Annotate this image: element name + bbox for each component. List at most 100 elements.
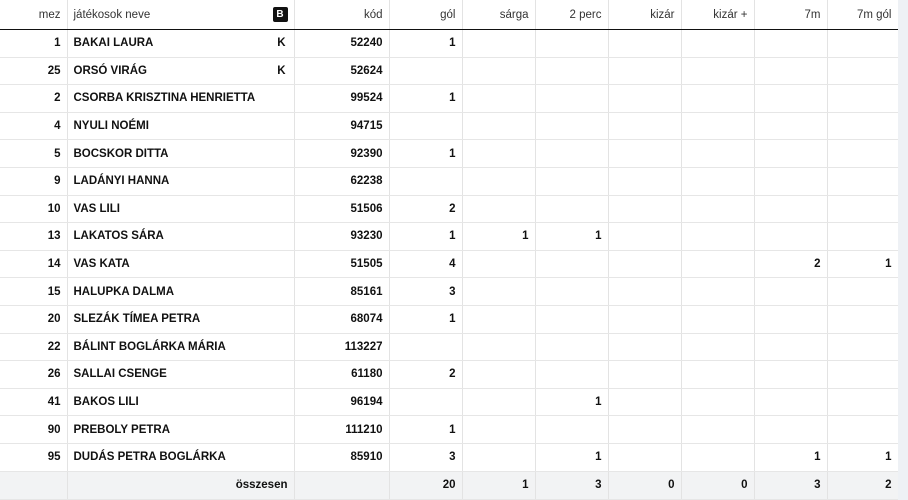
- table-row: 26 SALLAI CSENGE 61180 2: [0, 360, 899, 389]
- cell-7m-gol: [827, 195, 899, 224]
- cell-gol: 1: [389, 29, 463, 58]
- total-kizar: 0: [608, 470, 682, 500]
- cell-kod: 96194: [294, 388, 390, 417]
- cell-kizar: [608, 415, 682, 444]
- cell-sarga: [462, 84, 536, 113]
- cell-kod: 62238: [294, 167, 390, 196]
- cell-7m-gol: [827, 139, 899, 168]
- cell-name: SLEZÁK TÍMEA PETRA: [67, 305, 295, 334]
- table-row: 95 DUDÁS PETRA BOGLÁRKA 85910 3 1 1 1: [0, 443, 899, 472]
- cell-gol: [389, 167, 463, 196]
- cell-2perc: [535, 415, 609, 444]
- captain-marker: K: [277, 64, 286, 77]
- cell-7m-gol: [827, 277, 899, 306]
- cell-kod: 92390: [294, 139, 390, 168]
- captain-marker: K: [277, 37, 286, 50]
- cell-7m: [754, 415, 828, 444]
- cell-kizar: [608, 84, 682, 113]
- cell-kizar-plus: [681, 29, 755, 58]
- cell-2perc: [535, 139, 609, 168]
- player-name: NYULI NOÉMI: [73, 120, 149, 133]
- cell-sarga: [462, 443, 536, 472]
- player-name: VAS KATA: [73, 258, 130, 271]
- team-b-badge: B: [272, 7, 288, 22]
- cell-gol: [389, 333, 463, 362]
- cell-kod: 52624: [294, 57, 390, 86]
- cell-7m: [754, 277, 828, 306]
- total-sarga: 1: [462, 470, 536, 500]
- cell-kizar-plus: [681, 250, 755, 279]
- cell-7m-gol: [827, 57, 899, 86]
- cell-kizar: [608, 388, 682, 417]
- header-kizar: kizár: [608, 0, 682, 30]
- cell-kizar-plus: [681, 139, 755, 168]
- player-name: BAKOS LILI: [73, 396, 139, 409]
- table-row: 1 BAKAI LAURA K 52240 1: [0, 29, 899, 58]
- cell-kod: 93230: [294, 222, 390, 251]
- cell-kod: 52240: [294, 29, 390, 58]
- header-name: játékosok neve B: [67, 0, 295, 30]
- cell-gol: 2: [389, 195, 463, 224]
- header-7m: 7m: [754, 0, 828, 30]
- cell-kod: 99524: [294, 84, 390, 113]
- cell-kizar: [608, 250, 682, 279]
- cell-7m: [754, 139, 828, 168]
- table-row: 22 BÁLINT BOGLÁRKA MÁRIA 113227: [0, 333, 899, 362]
- cell-2perc: [535, 360, 609, 389]
- cell-7m: [754, 167, 828, 196]
- cell-name: HALUPKA DALMA: [67, 277, 295, 306]
- cell-kizar-plus: [681, 305, 755, 334]
- totals-label: összesen: [67, 470, 295, 500]
- cell-2perc: [535, 112, 609, 141]
- cell-mez: 25: [0, 57, 68, 86]
- cell-kizar: [608, 222, 682, 251]
- cell-7m: [754, 57, 828, 86]
- cell-kizar-plus: [681, 195, 755, 224]
- cell-name: BAKOS LILI: [67, 388, 295, 417]
- cell-7m: [754, 222, 828, 251]
- cell-2perc: 1: [535, 388, 609, 417]
- cell-mez: 5: [0, 139, 68, 168]
- totals-empty-cell: [0, 470, 68, 500]
- cell-name: VAS KATA: [67, 250, 295, 279]
- cell-name: LADÁNYI HANNA: [67, 167, 295, 196]
- cell-gol: 1: [389, 305, 463, 334]
- cell-mez: 1: [0, 29, 68, 58]
- cell-kizar-plus: [681, 84, 755, 113]
- table-row: 10 VAS LILI 51506 2: [0, 195, 899, 224]
- cell-mez: 41: [0, 388, 68, 417]
- cell-mez: 9: [0, 167, 68, 196]
- cell-2perc: [535, 84, 609, 113]
- header-sarga: sárga: [462, 0, 536, 30]
- cell-mez: 2: [0, 84, 68, 113]
- player-name: VAS LILI: [73, 202, 120, 215]
- cell-kizar-plus: [681, 112, 755, 141]
- table-row: 90 PREBOLY PETRA 111210 1: [0, 415, 899, 444]
- cell-7m-gol: [827, 167, 899, 196]
- table-row: 15 HALUPKA DALMA 85161 3: [0, 277, 899, 306]
- cell-7m-gol: [827, 84, 899, 113]
- player-name: ORSÓ VIRÁG: [73, 64, 147, 77]
- header-7m-gol: 7m gól: [827, 0, 899, 30]
- table-row: 4 NYULI NOÉMI 94715: [0, 112, 899, 141]
- player-name: LADÁNYI HANNA: [73, 175, 170, 188]
- cell-2perc: [535, 305, 609, 334]
- cell-name: VAS LILI: [67, 195, 295, 224]
- cell-mez: 14: [0, 250, 68, 279]
- header-kod: kód: [294, 0, 390, 30]
- cell-kizar: [608, 277, 682, 306]
- cell-7m: 1: [754, 443, 828, 472]
- cell-kizar-plus: [681, 277, 755, 306]
- player-name: BOCSKOR DITTA: [73, 147, 169, 160]
- table-row: 14 VAS KATA 51505 4 2 1: [0, 250, 899, 279]
- cell-sarga: [462, 277, 536, 306]
- cell-7m-gol: [827, 305, 899, 334]
- player-stats-panel: mez játékosok neve B kód gól sárga 2 per…: [0, 0, 899, 500]
- cell-sarga: 1: [462, 222, 536, 251]
- total-2perc: 3: [535, 470, 609, 500]
- cell-mez: 26: [0, 360, 68, 389]
- player-name: CSORBA KRISZTINA HENRIETTA: [73, 92, 256, 105]
- total-kizar-plus: 0: [681, 470, 755, 500]
- cell-kod: 61180: [294, 360, 390, 389]
- cell-name: ORSÓ VIRÁG K: [67, 57, 295, 86]
